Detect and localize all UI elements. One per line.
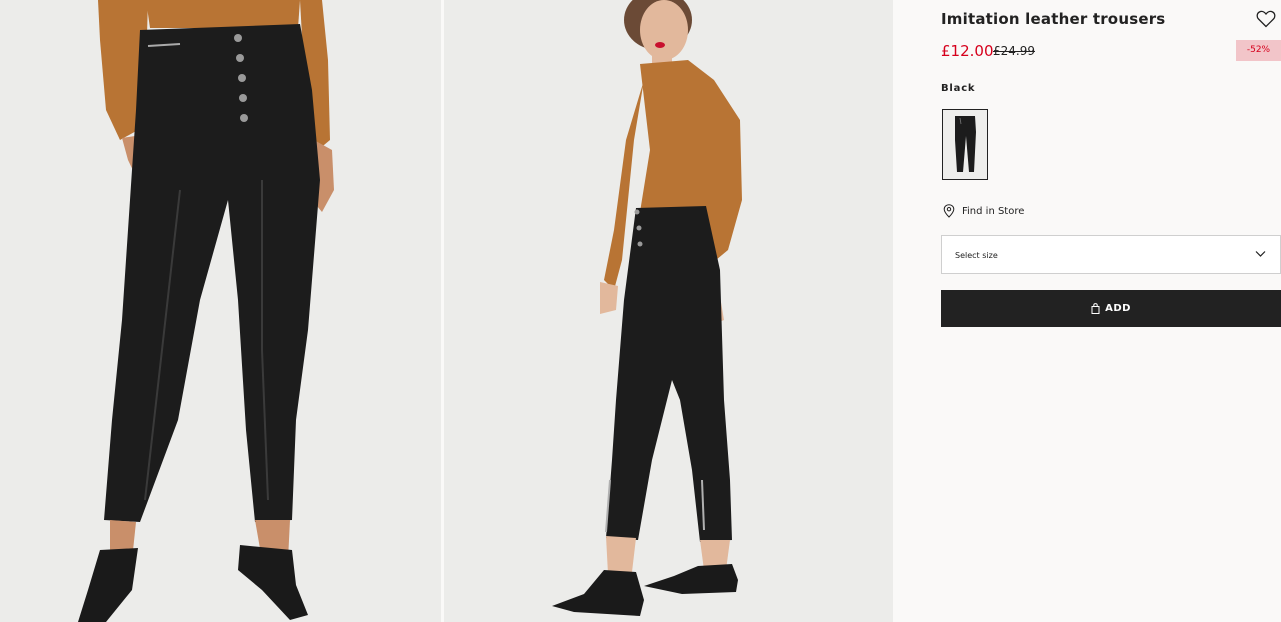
- find-in-store-label: Find in Store: [962, 205, 1025, 217]
- model-front-illustration: [78, 0, 334, 622]
- favourite-heart-icon[interactable]: [1256, 10, 1276, 28]
- model-side-illustration: [552, 0, 742, 616]
- original-price: £24.99: [993, 44, 1035, 58]
- chevron-down-icon: [1255, 251, 1266, 257]
- product-details-panel: Imitation leather trousers £12.00 £24.99…: [893, 0, 1281, 622]
- add-button-label: ADD: [1105, 303, 1131, 314]
- product-gallery: [0, 0, 893, 622]
- map-pin-icon: [943, 204, 955, 218]
- swatch-trousers-thumbnail: [955, 116, 976, 172]
- product-title: Imitation leather trousers: [941, 10, 1166, 28]
- selected-color-name: Black: [941, 83, 976, 94]
- color-swatch-black[interactable]: [942, 109, 988, 180]
- discount-badge: -52%: [1236, 40, 1281, 61]
- product-image-front[interactable]: [0, 0, 441, 622]
- size-select-dropdown[interactable]: Select size: [941, 235, 1281, 274]
- add-to-bag-button[interactable]: ADD: [941, 290, 1281, 327]
- shopping-bag-icon: [1091, 303, 1100, 314]
- find-in-store-link[interactable]: Find in Store: [943, 203, 1024, 219]
- current-price: £12.00: [941, 42, 994, 60]
- size-select-placeholder: Select size: [955, 251, 998, 260]
- product-image-side[interactable]: [444, 0, 893, 622]
